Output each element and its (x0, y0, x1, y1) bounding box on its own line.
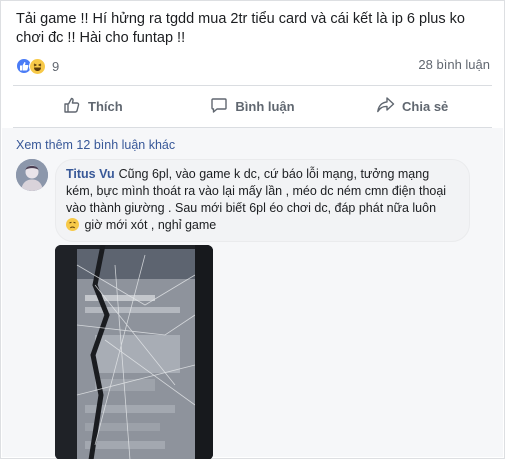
post-text: Tải game !! Hí hửng ra tgdd mua 2tr tiểu… (16, 11, 465, 46)
comment-bubble: Titus Vu Cũng 6pl, vào game k dc, cứ báo … (55, 159, 470, 242)
share-icon (376, 96, 395, 117)
comment-text-end: giờ mới xót , nghỉ game (84, 218, 217, 232)
avatar[interactable] (16, 159, 48, 191)
divider (13, 85, 492, 86)
comment-icon (210, 96, 228, 117)
share-button[interactable]: Chia sẻ (332, 89, 492, 123)
comment-author[interactable]: Titus Vu (66, 167, 115, 181)
like-button[interactable]: Thích (13, 89, 173, 123)
comment-photo[interactable] (55, 245, 213, 459)
post-actions: Thích Bình luận Chia sẻ (13, 89, 492, 123)
comments-count-link[interactable]: 28 bình luận (418, 57, 490, 72)
reaction-count: 9 (52, 58, 60, 74)
reactions-summary[interactable]: 9 (16, 57, 59, 75)
haha-reaction-icon (29, 57, 46, 75)
post-card: Tải game !! Hí hửng ra tgdd mua 2tr tiểu… (0, 0, 505, 459)
comment-label: Bình luận (235, 98, 295, 114)
like-label: Thích (88, 98, 123, 114)
share-label: Chia sẻ (402, 98, 449, 114)
view-more-comments-link[interactable]: Xem thêm 12 bình luận khác (16, 138, 175, 152)
thumbs-up-icon (63, 96, 81, 117)
sad-emoji-icon (66, 218, 79, 231)
comment-button[interactable]: Bình luận (173, 89, 333, 123)
comment-text: Cũng 6pl, vào game k dc, cứ báo lỗi mạng… (66, 167, 447, 215)
